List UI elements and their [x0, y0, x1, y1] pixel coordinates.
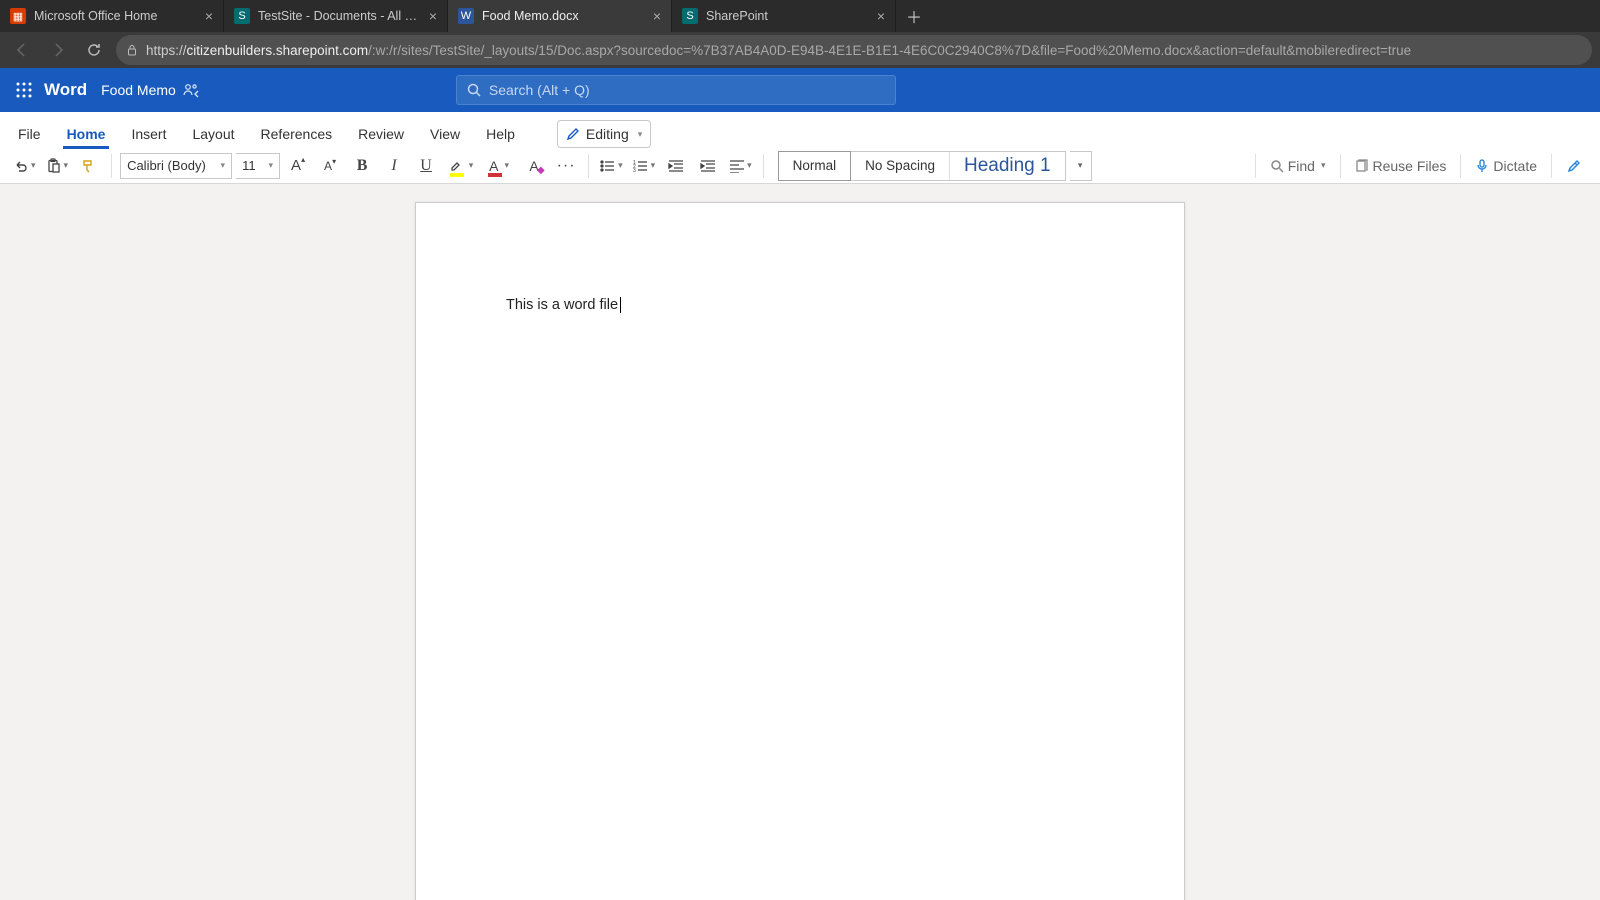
url-text: https://citizenbuilders.sharepoint.com/:…: [146, 43, 1411, 58]
browser-tab-office[interactable]: ▦ Microsoft Office Home ×: [0, 0, 224, 32]
sharepoint-favicon: S: [234, 8, 250, 24]
separator: [1340, 154, 1341, 178]
browser-address-bar: https://citizenbuilders.sharepoint.com/:…: [0, 32, 1600, 68]
numbering-button[interactable]: 123 ▾: [630, 152, 659, 180]
tab-file[interactable]: File: [14, 120, 45, 148]
editing-mode-button[interactable]: Editing ▾: [557, 120, 651, 148]
tab-label: Microsoft Office Home: [34, 9, 199, 23]
ribbon-toolbar: ▾ ▾ Calibri (Body) ▾ 11 ▾ A▴ A▾ B I U ▾ …: [0, 148, 1600, 184]
tab-home[interactable]: Home: [63, 120, 110, 148]
find-button[interactable]: Find ▾: [1262, 152, 1334, 180]
browser-tabs: ▦ Microsoft Office Home × S TestSite - D…: [0, 0, 896, 32]
right-tools: Find ▾ Reuse Files Dictate: [1251, 152, 1590, 180]
refresh-button[interactable]: [80, 36, 108, 64]
app-name: Word: [44, 80, 87, 100]
search-box[interactable]: Search (Alt + Q): [456, 75, 896, 105]
font-name-value: Calibri (Body): [127, 158, 206, 173]
shrink-font-button[interactable]: A▾: [316, 152, 344, 180]
app-launcher-icon[interactable]: [10, 76, 38, 104]
separator: [1460, 154, 1461, 178]
highlight-button[interactable]: ▾: [444, 152, 478, 180]
font-size-value: 11: [242, 158, 256, 173]
url-field[interactable]: https://citizenbuilders.sharepoint.com/:…: [116, 35, 1592, 65]
italic-button[interactable]: I: [380, 152, 408, 180]
reuse-label: Reuse Files: [1373, 158, 1447, 174]
separator: [588, 154, 589, 178]
separator: [111, 154, 112, 178]
browser-tab-strip: ▦ Microsoft Office Home × S TestSite - D…: [0, 0, 1600, 32]
dictate-label: Dictate: [1493, 158, 1537, 174]
text-cursor: [620, 297, 621, 313]
find-label: Find: [1288, 158, 1315, 174]
tab-references[interactable]: References: [257, 120, 337, 148]
bold-button[interactable]: B: [348, 152, 376, 180]
chevron-down-icon: ▾: [638, 129, 643, 140]
tab-insert[interactable]: Insert: [127, 120, 170, 148]
grow-font-button[interactable]: A▴: [284, 152, 312, 180]
close-icon[interactable]: ×: [653, 8, 661, 24]
font-name-select[interactable]: Calibri (Body) ▾: [120, 153, 232, 179]
document-page[interactable]: This is a word file: [415, 202, 1185, 900]
editing-label: Editing: [586, 126, 629, 142]
sharepoint-favicon: S: [682, 8, 698, 24]
separator: [1551, 154, 1552, 178]
decrease-indent-button[interactable]: [662, 152, 690, 180]
font-color-button[interactable]: A ▾: [482, 152, 516, 180]
separator: [1255, 154, 1256, 178]
share-dropdown-icon[interactable]: [182, 82, 202, 98]
reuse-files-button[interactable]: Reuse Files: [1347, 152, 1455, 180]
document-body-text[interactable]: This is a word file: [506, 297, 618, 313]
forward-button[interactable]: [44, 36, 72, 64]
search-placeholder: Search (Alt + Q): [489, 82, 590, 98]
search-icon: [467, 83, 481, 97]
tab-help[interactable]: Help: [482, 120, 519, 148]
browser-tab-testsite[interactable]: S TestSite - Documents - All Docu… ×: [224, 0, 448, 32]
document-canvas[interactable]: This is a word file: [0, 184, 1600, 900]
style-no-spacing[interactable]: No Spacing: [851, 152, 950, 180]
clear-formatting-button[interactable]: A◆: [520, 152, 548, 180]
more-font-button[interactable]: ···: [552, 152, 580, 180]
browser-tab-sharepoint[interactable]: S SharePoint ×: [672, 0, 896, 32]
styles-gallery: Normal No Spacing Heading 1: [778, 151, 1066, 181]
office-favicon: ▦: [10, 8, 26, 24]
tab-label: Food Memo.docx: [482, 9, 647, 23]
style-normal[interactable]: Normal: [778, 151, 852, 181]
browser-tab-foodmemo[interactable]: W Food Memo.docx ×: [448, 0, 672, 32]
ribbon-tabs: File Home Insert Layout References Revie…: [0, 112, 1600, 148]
tab-label: SharePoint: [706, 9, 871, 23]
styles-dropdown[interactable]: ▾: [1070, 151, 1092, 181]
close-icon[interactable]: ×: [877, 8, 885, 24]
close-icon[interactable]: ×: [205, 8, 213, 24]
document-name[interactable]: Food Memo: [101, 82, 176, 98]
tab-label: TestSite - Documents - All Docu…: [258, 9, 423, 23]
svg-text:3: 3: [633, 168, 636, 173]
tab-layout[interactable]: Layout: [188, 120, 238, 148]
undo-button[interactable]: ▾: [10, 152, 39, 180]
format-painter-button[interactable]: [75, 152, 103, 180]
underline-button[interactable]: U: [412, 152, 440, 180]
word-favicon: W: [458, 8, 474, 24]
tab-view[interactable]: View: [426, 120, 464, 148]
dictate-button[interactable]: Dictate: [1467, 152, 1545, 180]
word-header: Word Food Memo Search (Alt + Q): [0, 68, 1600, 112]
tab-review[interactable]: Review: [354, 120, 408, 148]
paste-button[interactable]: ▾: [43, 152, 72, 180]
close-icon[interactable]: ×: [429, 8, 437, 24]
style-heading1[interactable]: Heading 1: [950, 152, 1065, 180]
increase-indent-button[interactable]: [694, 152, 722, 180]
editor-pen-button[interactable]: [1558, 152, 1590, 180]
new-tab-button[interactable]: ＋: [896, 0, 932, 32]
back-button[interactable]: [8, 36, 36, 64]
lock-icon: [126, 44, 138, 56]
bullets-button[interactable]: ▾: [597, 152, 626, 180]
align-button[interactable]: ▾: [726, 152, 755, 180]
font-size-select[interactable]: 11 ▾: [236, 153, 280, 179]
separator: [763, 154, 764, 178]
